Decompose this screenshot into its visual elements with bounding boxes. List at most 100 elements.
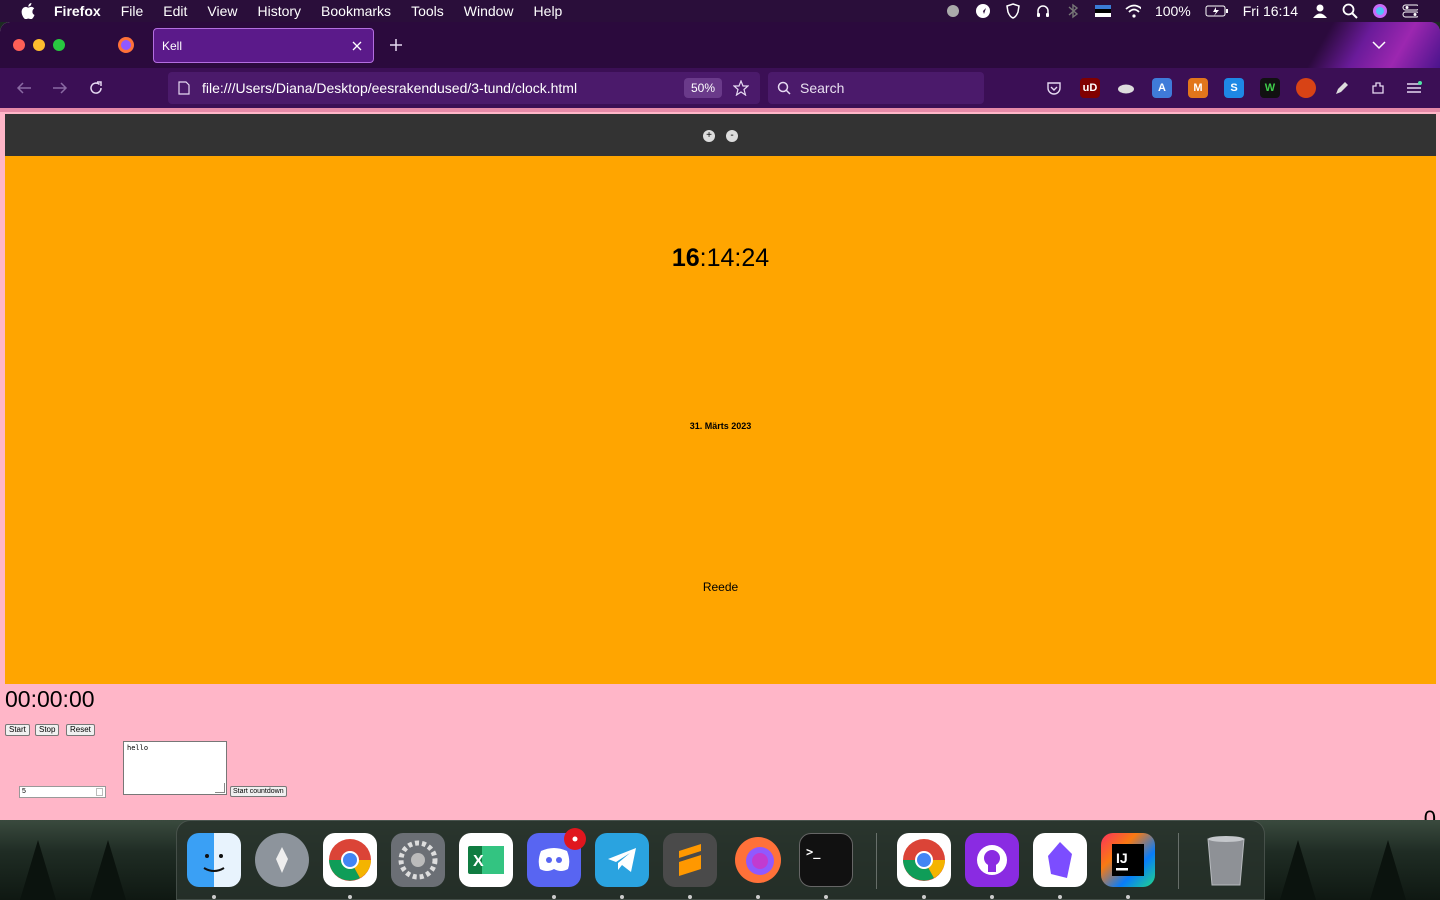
wallpaper-tree: [1280, 840, 1316, 900]
page-viewport: + - 16:14:24 31. Märts 2023 Reede 00:00:…: [0, 108, 1440, 820]
close-window-icon[interactable]: [13, 39, 25, 51]
spotlight-search-icon[interactable]: [1342, 3, 1358, 19]
pencil-icon[interactable]: [1332, 78, 1352, 98]
tab-title: Kell: [162, 38, 183, 53]
wifi-icon[interactable]: [1125, 3, 1141, 19]
nav-toolbar: file:///Users/Diana/Desktop/eesrakenduse…: [0, 68, 1440, 108]
terminal-icon[interactable]: >_: [799, 833, 853, 887]
clock-hours: 16: [671, 244, 700, 272]
active-tab[interactable]: Kell: [153, 28, 374, 63]
countdown-number-input[interactable]: 5: [19, 786, 106, 798]
page-icon: [176, 80, 192, 96]
clock-minutes-seconds: :14:24: [699, 244, 770, 272]
shield-icon[interactable]: [1005, 3, 1021, 19]
menu-history[interactable]: History: [257, 3, 301, 19]
forward-icon[interactable]: [50, 78, 70, 98]
list-all-tabs-icon[interactable]: [1370, 36, 1388, 54]
minimize-window-icon[interactable]: [33, 39, 45, 51]
svg-text:IJ: IJ: [1116, 850, 1128, 866]
menu-tools[interactable]: Tools: [411, 3, 444, 19]
menu-edit[interactable]: Edit: [163, 3, 187, 19]
skype-extension-icon[interactable]: S: [1224, 78, 1244, 98]
running-indicator: [756, 895, 760, 899]
extensions-puzzle-icon[interactable]: [1368, 78, 1388, 98]
zoom-out-button[interactable]: -: [726, 130, 738, 142]
github-desktop-icon[interactable]: [965, 833, 1019, 887]
back-icon[interactable]: [14, 78, 34, 98]
finder-icon[interactable]: [187, 833, 241, 887]
trash-icon[interactable]: [1199, 833, 1253, 887]
excel-icon[interactable]: X: [459, 833, 513, 887]
launchpad-icon[interactable]: [255, 833, 309, 887]
firefox-icon[interactable]: [731, 833, 785, 887]
running-indicator: [552, 895, 556, 899]
menu-bar: Firefox File Edit View History Bookmarks…: [0, 0, 1440, 22]
message-textarea[interactable]: hello: [123, 741, 227, 795]
bookmark-star-icon[interactable]: [732, 79, 750, 97]
stop-button[interactable]: Stop: [35, 724, 60, 736]
start-countdown-button[interactable]: Start countdown: [230, 786, 287, 797]
search-icon: [776, 80, 792, 96]
chrome-icon[interactable]: [323, 833, 377, 887]
headphones-icon[interactable]: [1035, 3, 1051, 19]
reset-button[interactable]: Reset: [66, 724, 95, 736]
clock-weekday: Reede: [702, 580, 739, 594]
cloud-extension-icon[interactable]: [1116, 78, 1136, 98]
keyboard-flag-icon[interactable]: [1094, 3, 1111, 19]
chrome-icon[interactable]: [897, 833, 951, 887]
system-preferences-icon[interactable]: [391, 833, 445, 887]
running-indicator: [990, 895, 994, 899]
window-controls: [13, 39, 73, 51]
w-extension-icon[interactable]: W: [1260, 78, 1280, 98]
battery-percent: 100%: [1154, 3, 1191, 19]
battery-icon[interactable]: [1205, 3, 1229, 19]
record-icon[interactable]: [945, 3, 961, 19]
pinned-tab-firefox-icon[interactable]: [116, 35, 136, 55]
new-tab-icon[interactable]: [387, 36, 405, 54]
telegram-icon[interactable]: [595, 833, 649, 887]
wallpaper-tree: [20, 840, 56, 900]
running-indicator: [620, 895, 624, 899]
menu-window[interactable]: Window: [464, 3, 514, 19]
sublime-text-icon[interactable]: [663, 833, 717, 887]
bluetooth-icon[interactable]: [1065, 3, 1081, 19]
fox-extension-icon[interactable]: [1296, 78, 1316, 98]
translate-icon[interactable]: A: [1152, 78, 1172, 98]
svg-text:>_: >_: [806, 845, 821, 860]
search-bar[interactable]: Search: [768, 72, 984, 104]
clock-date: 31. Märts 2023: [689, 421, 752, 431]
tab-strip: Kell: [0, 22, 1440, 68]
obsidian-icon[interactable]: [1033, 833, 1087, 887]
stopwatch-display: 00:00:00: [5, 686, 95, 712]
apple-icon[interactable]: [20, 3, 36, 19]
zoom-in-button[interactable]: +: [703, 130, 715, 142]
spinner-icon[interactable]: [96, 788, 103, 796]
zoom-level[interactable]: 50%: [683, 78, 722, 98]
menu-bookmarks[interactable]: Bookmarks: [321, 3, 391, 19]
navigation-icon[interactable]: [975, 3, 991, 19]
ublock-origin-icon[interactable]: uD: [1080, 78, 1100, 98]
running-indicator: [824, 895, 828, 899]
menubar-clock[interactable]: Fri 16:14: [1243, 3, 1298, 19]
menu-help[interactable]: Help: [534, 3, 563, 19]
siri-icon[interactable]: [1372, 3, 1388, 19]
url-text[interactable]: file:///Users/Diana/Desktop/eesrakenduse…: [202, 80, 684, 96]
discord-icon[interactable]: [527, 828, 586, 887]
menu-view[interactable]: View: [207, 3, 237, 19]
intellij-idea-icon[interactable]: IJ: [1101, 833, 1155, 887]
metamask-icon[interactable]: M: [1188, 78, 1208, 98]
user-icon[interactable]: [1312, 3, 1328, 19]
maximize-window-icon[interactable]: [53, 39, 65, 51]
app-menu-icon[interactable]: [1404, 78, 1424, 98]
menu-app-name[interactable]: Firefox: [54, 3, 101, 19]
pocket-icon[interactable]: [1044, 78, 1064, 98]
reload-icon[interactable]: [86, 78, 106, 98]
address-bar[interactable]: file:///Users/Diana/Desktop/eesrakenduse…: [168, 72, 760, 104]
control-center-icon[interactable]: [1402, 3, 1418, 19]
start-button[interactable]: Start: [5, 724, 30, 736]
zoom-control-bar: + -: [5, 114, 1436, 156]
resize-handle-icon[interactable]: [215, 783, 225, 793]
close-tab-icon[interactable]: [349, 38, 365, 54]
dock-separator: [876, 833, 877, 889]
menu-file[interactable]: File: [121, 3, 144, 19]
